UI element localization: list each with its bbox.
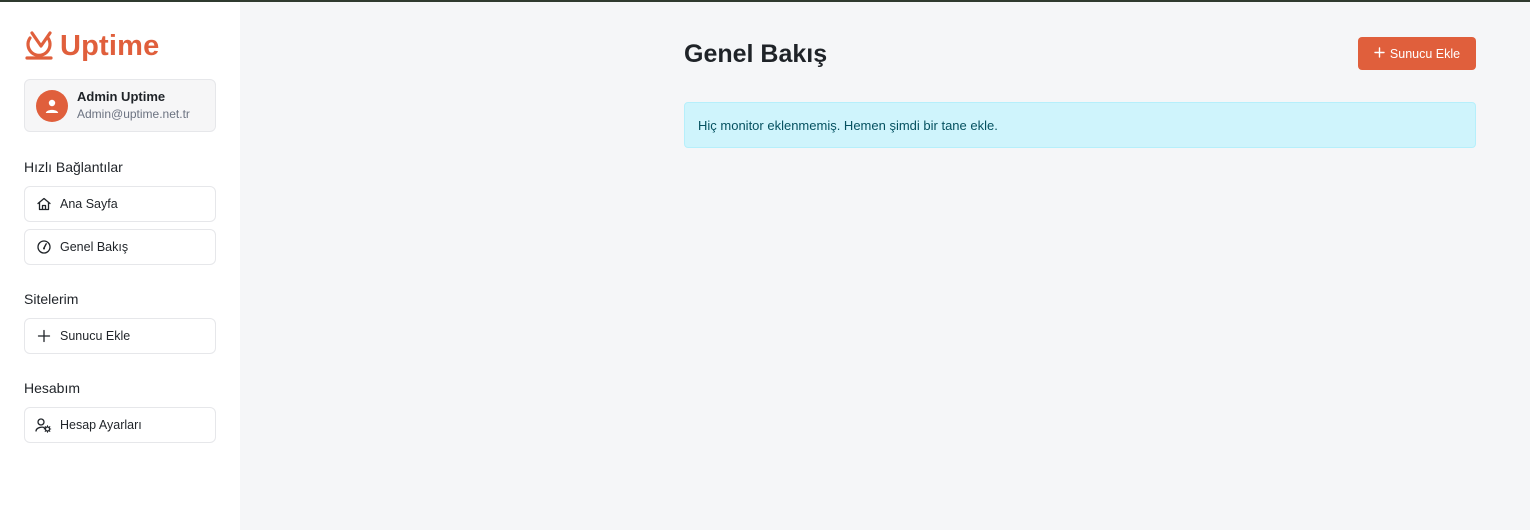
- gauge-icon: [35, 239, 52, 256]
- uptime-logo-icon: [25, 31, 53, 60]
- page-title: Genel Bakış: [684, 40, 828, 68]
- sidebar: Uptime Admin Uptime Admin@uptime.net.tr …: [0, 2, 240, 530]
- user-card[interactable]: Admin Uptime Admin@uptime.net.tr: [24, 79, 216, 132]
- add-server-button[interactable]: Sunucu Ekle: [1358, 37, 1476, 70]
- plus-icon: [1374, 46, 1385, 61]
- sidebar-item-home[interactable]: Ana Sayfa: [24, 186, 216, 222]
- user-email: Admin@uptime.net.tr: [77, 107, 190, 122]
- empty-state-alert: Hiç monitor eklenmemiş. Hemen şimdi bir …: [684, 102, 1476, 148]
- sidebar-item-label: Ana Sayfa: [60, 197, 118, 211]
- alert-text: Hiç monitor eklenmemiş. Hemen şimdi bir …: [698, 117, 998, 133]
- user-name: Admin Uptime: [77, 88, 166, 104]
- user-settings-icon: [35, 417, 52, 434]
- sidebar-item-account-settings[interactable]: Hesap Ayarları: [24, 407, 216, 443]
- plus-icon: [35, 328, 52, 345]
- sidebar-item-label: Genel Bakış: [60, 240, 129, 254]
- sidebar-item-add-server[interactable]: Sunucu Ekle: [24, 318, 216, 354]
- logo[interactable]: Uptime: [24, 28, 160, 64]
- home-icon: [35, 196, 52, 213]
- section-title-my-account: Hesabım: [24, 380, 81, 396]
- section-title-quick-links: Hızlı Bağlantılar: [24, 159, 123, 175]
- add-server-button-label: Sunucu Ekle: [1389, 46, 1461, 61]
- sidebar-item-overview[interactable]: Genel Bakış: [24, 229, 216, 265]
- user-icon: [45, 99, 59, 113]
- sidebar-item-label: Sunucu Ekle: [60, 329, 131, 343]
- avatar: [36, 89, 68, 122]
- section-title-my-sites: Sitelerim: [24, 291, 79, 307]
- sidebar-item-label: Hesap Ayarları: [60, 418, 142, 432]
- brand-name: Uptime: [60, 29, 160, 62]
